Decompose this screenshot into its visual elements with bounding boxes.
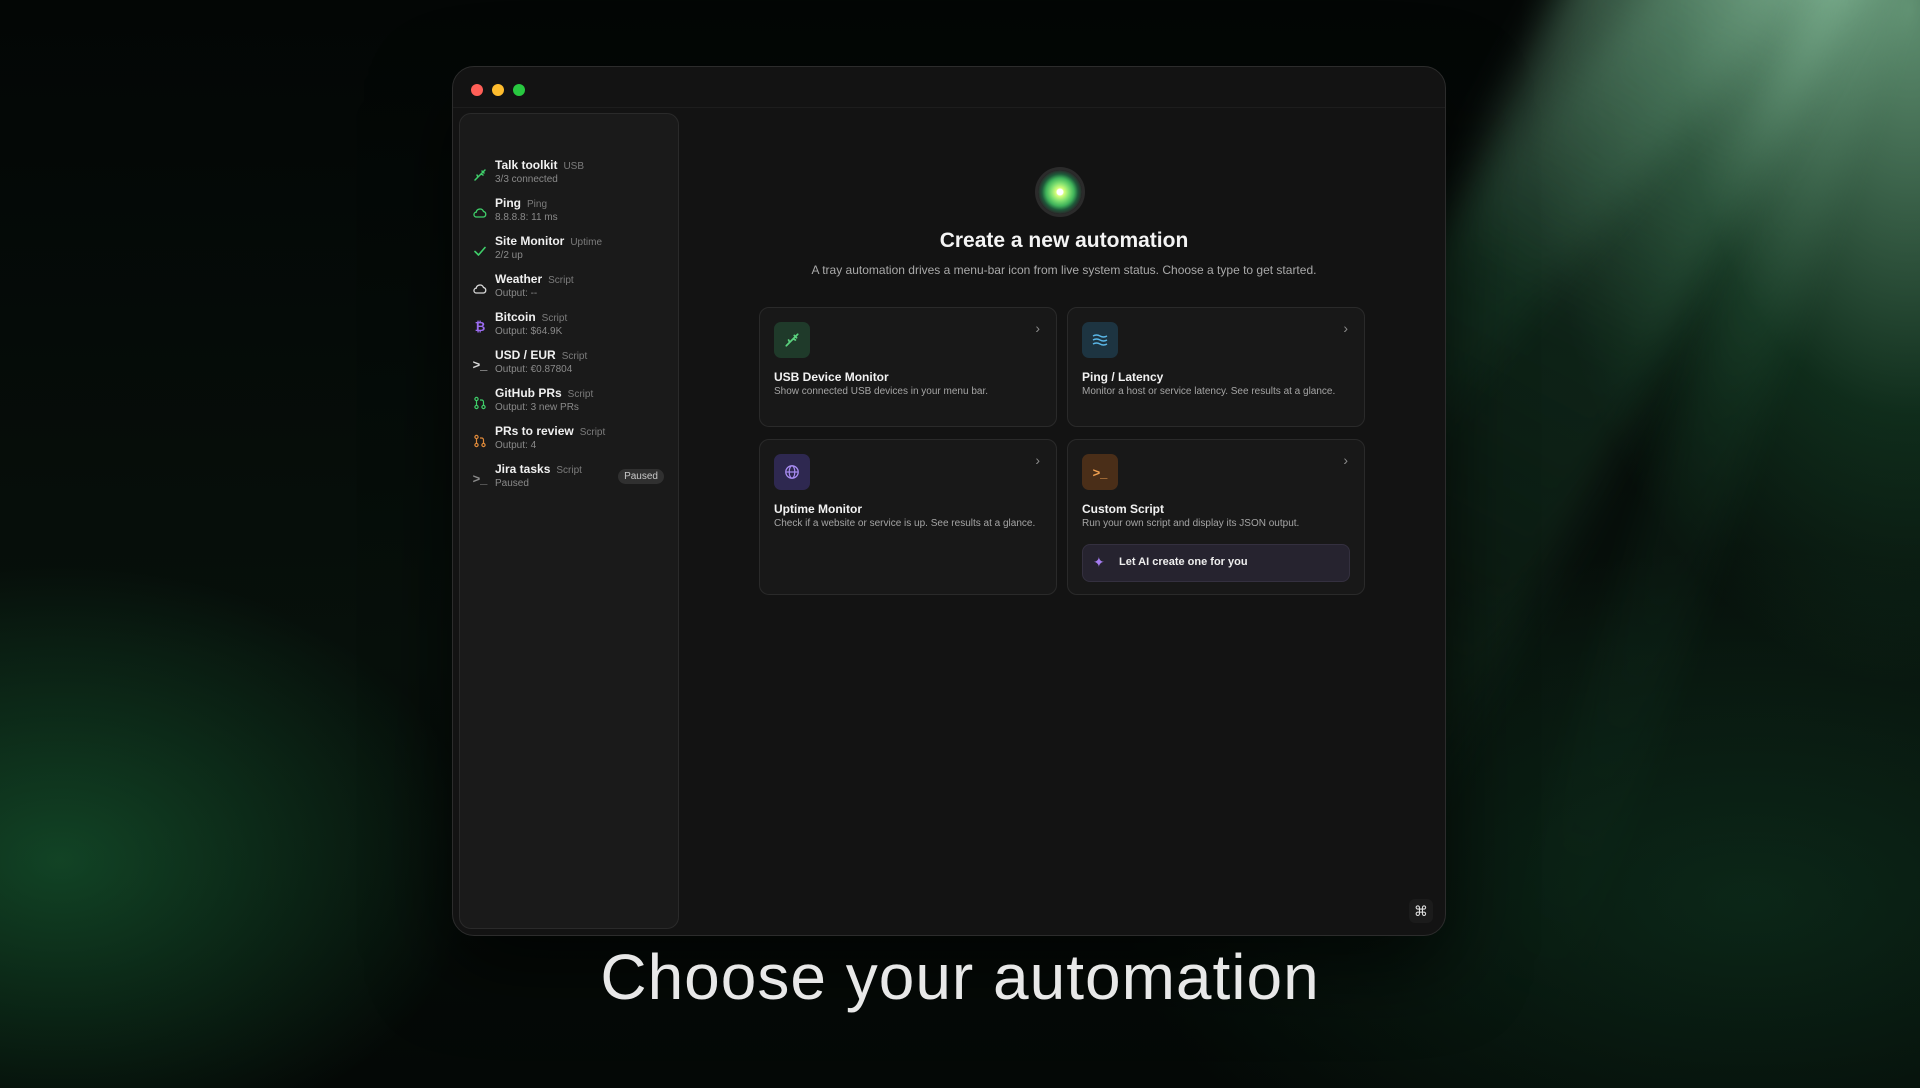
card-title: Custom Script bbox=[1082, 502, 1165, 516]
sidebar-item-type: Script bbox=[567, 389, 594, 400]
sidebar-item-jira-tasks[interactable]: >_ Jira tasks Script Paused Paused bbox=[460, 462, 678, 498]
terminal-icon: >_ bbox=[1082, 454, 1118, 490]
sidebar-item-weather[interactable]: Weather Script Output: -- bbox=[460, 272, 678, 308]
sidebar-item-type: Script bbox=[556, 465, 582, 476]
card-title: USB Device Monitor bbox=[774, 370, 889, 384]
chevron-right-icon: › bbox=[1035, 320, 1040, 336]
sidebar-item-ping[interactable]: Ping Ping 8.8.8.8: 11 ms bbox=[460, 196, 678, 232]
card-description: Monitor a host or service latency. See r… bbox=[1082, 386, 1336, 397]
app-window: Talk toolkit USB 3/3 connected Ping Ping 8… bbox=[452, 66, 1446, 936]
sidebar-item-type: Ping bbox=[527, 199, 548, 210]
card-description: Check if a website or service is up. See… bbox=[774, 518, 1036, 529]
status-badge: Paused bbox=[618, 469, 664, 484]
ai-create-label: Let AI create one for you bbox=[1119, 556, 1248, 568]
sidebar-item-title: Ping Ping bbox=[495, 196, 548, 210]
page-title: Create a new automation bbox=[939, 229, 1189, 252]
chevron-right-icon: › bbox=[1343, 320, 1348, 336]
git-pr-icon bbox=[472, 433, 488, 449]
sidebar-item-type: USB bbox=[563, 161, 585, 172]
sidebar-item-status: Paused bbox=[495, 478, 529, 489]
sparkles-icon: ✦ bbox=[1093, 554, 1105, 570]
card-custom-script[interactable]: >_ › Custom Script Run your own script a… bbox=[1067, 439, 1365, 595]
sidebar-item-title: GitHub PRs Script bbox=[495, 386, 594, 400]
sidebar-item-status: Output: 3 new PRs bbox=[495, 402, 579, 413]
sidebar: Talk toolkit USB 3/3 connected Ping Ping 8… bbox=[459, 113, 679, 929]
waves-icon bbox=[1082, 322, 1118, 358]
card-title: Ping / Latency bbox=[1082, 370, 1164, 384]
command-icon[interactable]: ⌘ bbox=[1409, 899, 1433, 923]
sidebar-item-title: Talk toolkit USB bbox=[495, 158, 585, 172]
sidebar-item-bitcoin[interactable]: ₿ Bitcoin Script Output: $64.9K bbox=[460, 310, 678, 346]
bitcoin-icon: ₿ bbox=[474, 319, 486, 334]
check-icon bbox=[472, 243, 488, 259]
terminal-icon: >_ bbox=[472, 357, 488, 372]
app-logo-icon bbox=[1038, 170, 1082, 214]
usb-icon bbox=[472, 167, 488, 183]
close-window-button[interactable] bbox=[471, 84, 483, 96]
sidebar-item-status: 8.8.8.8: 11 ms bbox=[495, 212, 558, 223]
sidebar-item-type: Script bbox=[548, 275, 574, 286]
card-usb-device-monitor[interactable]: › USB Device Monitor Show connected USB … bbox=[759, 307, 1057, 427]
chevron-right-icon: › bbox=[1035, 452, 1040, 468]
ai-create-button[interactable]: ✦ Let AI create one for you bbox=[1082, 544, 1350, 582]
card-description: Show connected USB devices in your menu … bbox=[774, 386, 989, 397]
sidebar-item-github-prs[interactable]: GitHub PRs Script Output: 3 new PRs bbox=[460, 386, 678, 422]
card-title: Uptime Monitor bbox=[774, 502, 862, 516]
sidebar-item-status: Output: $64.9K bbox=[495, 326, 563, 337]
sidebar-item-type: Script bbox=[561, 351, 588, 362]
sidebar-item-title: Site Monitor Uptime bbox=[495, 234, 603, 248]
sidebar-item-type: Script bbox=[541, 313, 568, 324]
terminal-icon: >_ bbox=[472, 471, 488, 486]
card-description: Run your own script and display its JSON… bbox=[1082, 518, 1300, 529]
sidebar-item-type: Uptime bbox=[570, 237, 603, 248]
sidebar-item-status: 3/3 connected bbox=[495, 174, 558, 185]
globe-icon bbox=[774, 454, 810, 490]
sidebar-item-status: Output: 4 bbox=[495, 440, 537, 451]
usb-icon bbox=[774, 322, 810, 358]
cloud-icon bbox=[472, 205, 488, 221]
sidebar-item-title: USD / EUR Script bbox=[495, 348, 588, 362]
sidebar-item-talk-toolkit[interactable]: Talk toolkit USB 3/3 connected bbox=[460, 158, 678, 194]
sidebar-item-prs-to-review[interactable]: PRs to review Script Output: 4 bbox=[460, 424, 678, 460]
sidebar-item-title: Jira tasks Script bbox=[495, 462, 582, 476]
sidebar-item-usd-eur[interactable]: >_ USD / EUR Script Output: €0.87804 bbox=[460, 348, 678, 384]
zoom-window-button[interactable] bbox=[513, 84, 525, 96]
page-subtitle: A tray automation drives a menu-bar icon… bbox=[811, 263, 1317, 277]
sidebar-item-status: Output: €0.87804 bbox=[495, 364, 573, 375]
minimize-window-button[interactable] bbox=[492, 84, 504, 96]
sidebar-item-type: Script bbox=[579, 427, 606, 438]
sidebar-item-status: Output: -- bbox=[495, 288, 538, 299]
git-pr-icon bbox=[472, 395, 488, 411]
caption: Choose your automation bbox=[600, 941, 1320, 1013]
card-uptime-monitor[interactable]: › Uptime Monitor Check if a website or s… bbox=[759, 439, 1057, 595]
sidebar-item-title: Bitcoin Script bbox=[495, 310, 568, 324]
sidebar-item-title: Weather Script bbox=[495, 272, 574, 286]
sidebar-item-status: 2/2 up bbox=[495, 250, 523, 261]
sidebar-item-site-monitor[interactable]: Site Monitor Uptime 2/2 up bbox=[460, 234, 678, 270]
card-ping-latency[interactable]: › Ping / Latency Monitor a host or servi… bbox=[1067, 307, 1365, 427]
titlebar bbox=[453, 67, 1445, 108]
cloud-icon bbox=[472, 281, 488, 297]
sidebar-item-title: PRs to review Script bbox=[495, 424, 606, 438]
chevron-right-icon: › bbox=[1343, 452, 1348, 468]
